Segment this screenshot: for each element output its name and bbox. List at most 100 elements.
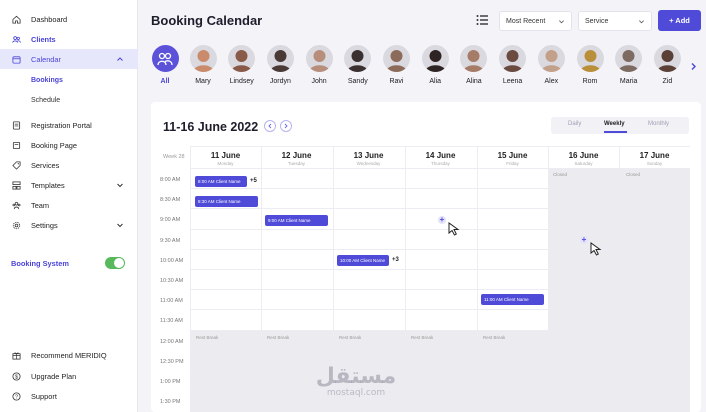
day-date: 13 June [353,151,384,160]
dollar-icon: $ [11,371,21,381]
help-icon: ? [11,391,21,401]
column-divider [190,146,191,412]
avatar [460,45,488,72]
sidebar-item-settings[interactable]: Settings [0,215,138,235]
staff-filter-item[interactable]: Zid [649,45,685,85]
sidebar-item-support[interactable]: ? Support [0,386,138,406]
tab-daily[interactable]: Daily [568,121,581,127]
sidebar-item-label: Recommend MERIDIQ [31,350,107,360]
time-label: 12:30 PM [160,358,184,365]
add-slot-icon[interactable]: + [438,216,446,224]
row-divider [190,390,690,392]
chevron-down-icon[interactable] [116,221,124,229]
row-divider [190,289,690,291]
row-divider [190,309,690,311]
more-bookings-badge[interactable]: +3 [392,257,399,263]
avatar [499,45,527,72]
staff-filter-item[interactable]: Ravi [379,45,415,85]
staff-filter-item[interactable]: Maria [611,45,647,85]
booking-event[interactable]: 11:00 AM Client Name [481,294,544,305]
sidebar-item-recommend[interactable]: Recommend MERIDIQ [0,345,138,365]
day-header: 13 June Wednesday [333,151,404,166]
time-label: 8:30 AM [160,197,181,204]
tab-weekly[interactable]: Weekly [604,121,625,127]
tab-monthly[interactable]: Monthly [648,121,669,127]
staff-filter-item[interactable]: Leena [495,45,531,85]
registration-icon [11,120,21,130]
add-slot-icon[interactable]: + [580,236,588,244]
tag-icon [11,160,21,170]
sidebar-item-registration-portal[interactable]: Registration Portal [0,115,138,135]
staff-filter-item[interactable]: Alex [533,45,569,85]
sidebar-item-clients[interactable]: Clients [0,29,138,49]
rest-break-label: Rest Break [339,335,362,340]
booking-event[interactable]: 8:30 AM Client Name [195,196,258,207]
day-weekday: Monday [217,161,234,166]
staff-filter-item[interactable]: Rom [572,45,608,85]
avatar [228,45,256,72]
booking-system-toggle[interactable] [105,257,125,269]
watermark-latin: mostaql.com [326,388,386,398]
sidebar-item-calendar[interactable]: Calendar [0,49,138,69]
sidebar-item-label: Team [31,200,50,210]
staff-name: Ravi [389,78,404,85]
sidebar-item-upgrade-plan[interactable]: $ Upgrade Plan [0,366,138,386]
avatar [266,45,294,72]
week-number: Week 28 [163,154,185,160]
row-divider [190,168,690,169]
staff-filter-item[interactable]: Alina [456,45,492,85]
more-bookings-badge[interactable]: +5 [250,178,257,184]
sidebar-item-booking-page[interactable]: Booking Page [0,135,138,155]
sidebar: Dashboard Clients Calendar Bookings Sche… [0,0,138,412]
booking-event[interactable]: 9:00 AM Client Name [265,215,328,226]
booking-system-label: Booking System [11,259,69,268]
time-label: 11:30 AM [160,318,183,325]
staff-name: Leena [502,78,523,85]
sidebar-item-templates[interactable]: Templates [0,175,138,195]
users-icon [11,34,21,44]
sidebar-item-services[interactable]: Services [0,155,138,175]
booking-event[interactable]: 8:00 AM Client Name [195,176,247,187]
avatar [653,45,681,72]
staff-filter-all[interactable]: All [147,45,183,85]
active-tab-indicator [604,131,627,133]
chevron-down-icon[interactable] [116,181,124,189]
booking-event[interactable]: 10:00 AM Client Name [337,255,389,266]
staff-filter-item[interactable]: John [301,45,337,85]
next-week-button[interactable] [280,120,292,132]
staff-filter-item[interactable]: Lindsey [224,45,260,85]
sidebar-item-label: Settings [31,220,58,230]
time-label: 10:00 AM [160,257,184,264]
row-divider [190,208,690,210]
sidebar-item-label: Support [31,391,57,401]
column-divider [548,146,549,412]
time-label: 11:00 AM [160,298,183,305]
sidebar-item-team[interactable]: Team [0,195,138,215]
row-divider [190,370,690,371]
sort-select[interactable]: Most Recent [499,11,572,31]
sidebar-item-label: Booking Page [31,140,78,150]
service-select[interactable]: Service [578,11,652,31]
list-view-icon[interactable] [476,14,488,26]
sidebar-subitem-bookings[interactable]: Bookings [31,77,63,84]
avatar [344,45,372,72]
sidebar-subitem-schedule[interactable]: Schedule [31,97,60,104]
staff-name: Zid [662,78,673,85]
avatar [383,45,410,72]
day-date: 11 June [210,151,241,160]
page-title: Booking Calendar [151,13,263,28]
recommend-icon [11,350,21,360]
staff-name: Mary [195,78,211,85]
prev-week-button[interactable] [264,120,276,132]
staff-name: Maria [619,78,638,85]
watermark-arabic: مستقل [315,364,397,389]
sidebar-item-dashboard[interactable]: Dashboard [0,9,138,29]
day-weekday: Wednesday [356,161,381,166]
staff-filter-item[interactable]: Alia [417,45,453,85]
chevron-right-icon[interactable] [689,62,698,71]
staff-filter-item[interactable]: Jordyn [262,45,298,85]
staff-filter-item[interactable]: Mary [185,45,221,85]
avatar [537,45,565,72]
add-button[interactable]: + Add [658,10,701,31]
staff-filter-item[interactable]: Sandy [340,45,376,85]
